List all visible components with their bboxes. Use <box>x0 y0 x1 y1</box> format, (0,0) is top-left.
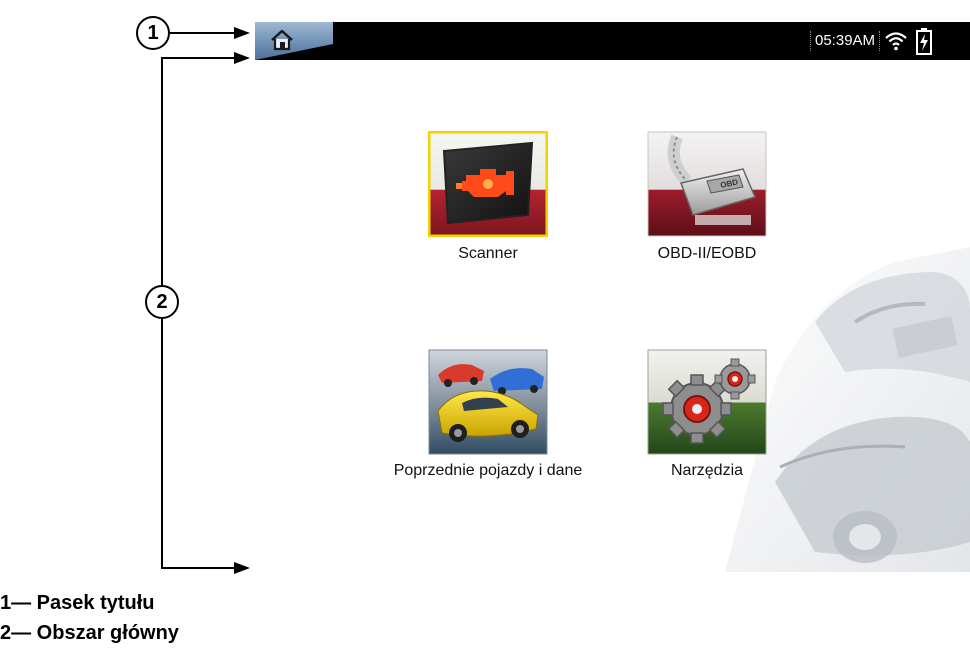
callout-1-leader <box>170 32 240 34</box>
app-previous-vehicles-label: Poprzednie pojazdy i dane <box>393 462 583 479</box>
battery-charging-icon <box>916 28 932 55</box>
obd-connector-icon: OBD <box>647 131 767 237</box>
gears-icon <box>647 349 767 455</box>
app-previous-vehicles[interactable]: Poprzednie pojazdy i dane <box>388 349 588 509</box>
vehicles-icon <box>428 349 548 455</box>
callout-2: 2 <box>145 285 179 319</box>
app-tools[interactable]: Narzędzia <box>607 349 807 489</box>
clock: 05:39AM <box>810 31 881 51</box>
app-obd-label: OBD-II/EOBD <box>657 245 757 262</box>
app-tools-label: Narzędzia <box>670 462 744 479</box>
callout-2-bottom-arrowhead <box>234 562 250 574</box>
legend-item-2: 2— Obszar główny <box>0 622 179 644</box>
home-button[interactable] <box>255 22 333 60</box>
callout-2-bracket-top <box>161 57 241 59</box>
callout-1-arrowhead <box>234 27 250 39</box>
device-screen: 05:39AM Scanner OBD OBD-II/EOBD Poprzedn… <box>255 22 970 572</box>
app-scanner-label: Scanner <box>458 245 518 262</box>
callout-2-top-arrowhead <box>234 52 250 64</box>
wifi-icon <box>885 32 907 51</box>
home-icon <box>271 29 293 51</box>
callout-2-bracket-bottom <box>161 567 241 569</box>
app-scanner[interactable]: Scanner <box>388 131 588 271</box>
background-car-artwork <box>725 247 970 572</box>
engine-warning-icon <box>428 131 548 237</box>
title-bar: 05:39AM <box>255 22 970 60</box>
callout-1: 1 <box>136 16 170 50</box>
app-obd[interactable]: OBD OBD-II/EOBD <box>607 131 807 271</box>
legend-item-1: 1— Pasek tytułu <box>0 592 155 614</box>
